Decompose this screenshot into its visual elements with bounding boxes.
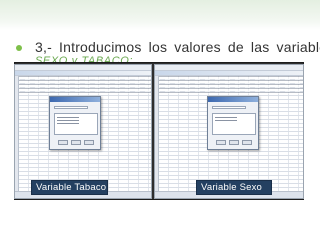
caption-sexo-text: Variable Sexo xyxy=(201,182,263,193)
bullet-icon xyxy=(16,45,22,51)
slide: 3,- Introducimos los valores de las vari… xyxy=(0,0,320,240)
dialog-cancel-button xyxy=(71,140,81,145)
dialog-help-button xyxy=(242,140,252,145)
dialog-titlebar xyxy=(50,97,100,102)
dialog-value-field xyxy=(212,106,246,109)
dialog-ok-button xyxy=(58,140,68,145)
value-labels-dialog xyxy=(49,96,101,150)
value-labels-dialog xyxy=(207,96,259,150)
spss-screenshot-sexo xyxy=(154,64,304,199)
dialog-help-button xyxy=(84,140,94,145)
spss-screenshot-tabaco xyxy=(14,64,152,199)
dialog-cancel-button xyxy=(229,140,239,145)
caption-tabaco: Variable Tabaco xyxy=(31,180,108,195)
dialog-values-list xyxy=(54,113,98,135)
caption-sexo: Variable Sexo xyxy=(196,180,272,195)
dialog-titlebar xyxy=(208,97,258,102)
dialog-values-list xyxy=(212,113,256,135)
caption-tabaco-text: Variable Tabaco xyxy=(36,182,107,193)
spss-variable-rows xyxy=(19,76,151,94)
slide-title: 3,- Introducimos los valores de las vari… xyxy=(35,39,320,55)
dialog-value-field xyxy=(54,106,88,109)
dialog-ok-button xyxy=(216,140,226,145)
slide-header-band xyxy=(0,0,320,30)
spss-variable-rows xyxy=(159,76,303,94)
